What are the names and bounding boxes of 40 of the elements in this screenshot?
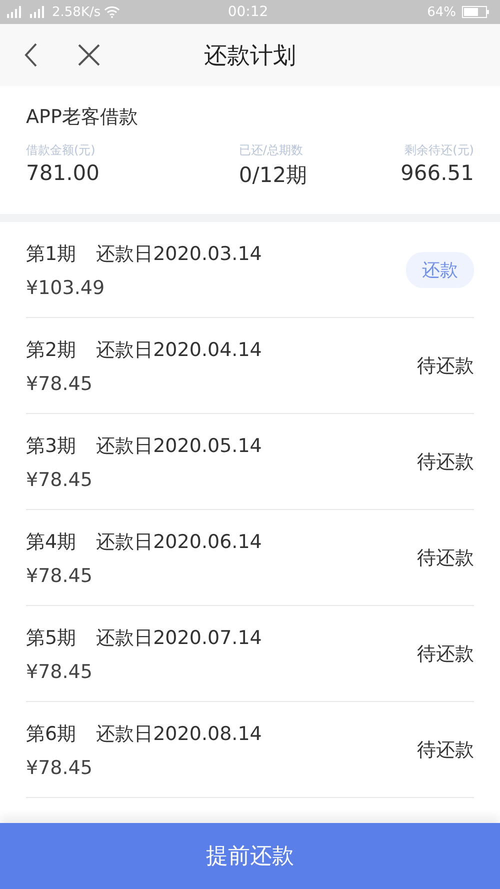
loan-name: APP老客借款: [26, 105, 139, 130]
due-date: 还款日2020.03.14: [96, 242, 262, 266]
stat-value: 781.00: [26, 161, 100, 185]
amount: ¥78.45: [26, 756, 94, 778]
battery-percent: 64%: [427, 4, 456, 20]
prepay-button[interactable]: 提前还款: [0, 823, 500, 889]
repay-button[interactable]: 还款: [406, 252, 474, 288]
clock: 00:12: [228, 4, 268, 20]
status-label: 待还款: [417, 450, 474, 474]
status-label: 待还款: [417, 642, 474, 666]
period-label: 第1期: [26, 242, 76, 266]
amount: ¥103.49: [26, 276, 106, 298]
due-date: 还款日2020.05.14: [96, 434, 262, 458]
status-label: 待还款: [417, 546, 474, 570]
period-label: 第6期: [26, 722, 76, 746]
amount: ¥78.45: [26, 468, 94, 490]
network-speed: 2.58K/s: [52, 4, 101, 20]
amount: ¥78.45: [26, 564, 94, 586]
stat-label: 借款金额(元): [26, 142, 96, 159]
battery-icon: [462, 6, 490, 18]
page-title: 还款计划: [204, 42, 296, 70]
period-label: 第5期: [26, 626, 76, 650]
close-icon: [78, 44, 100, 66]
wifi-icon: [104, 6, 120, 18]
status-label: 待还款: [417, 738, 474, 762]
stat-value: 0/12期: [238, 162, 308, 189]
due-date: 还款日2020.08.14: [96, 722, 262, 746]
due-date: 还款日2020.07.14: [96, 626, 262, 650]
amount: ¥78.45: [26, 372, 94, 394]
status-label: 待还款: [417, 354, 474, 378]
stat-value: 966.51: [400, 161, 474, 185]
back-icon: [24, 43, 38, 67]
period-label: 第3期: [26, 434, 76, 458]
due-date: 还款日2020.04.14: [96, 338, 262, 362]
stat-label: 剩余待还(元): [404, 142, 474, 159]
period-label: 第4期: [26, 530, 76, 554]
due-date: 还款日2020.06.14: [96, 530, 262, 554]
amount: ¥78.45: [26, 660, 94, 682]
stat-label: 已还/总期数: [238, 142, 304, 159]
period-label: 第2期: [26, 338, 76, 362]
